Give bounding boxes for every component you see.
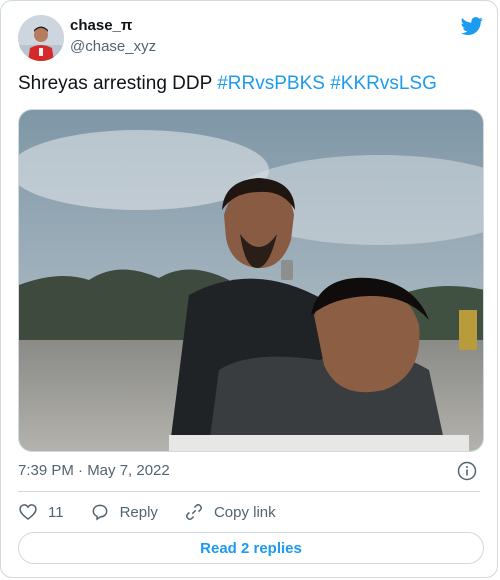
reply-button[interactable]: Reply — [90, 502, 158, 522]
twitter-bird-icon[interactable] — [460, 15, 484, 37]
tweet-actions: 11 Reply Copy link — [18, 501, 302, 523]
tweet-text: Shreyas arresting DDP #RRvsPBKS #KKRvsLS… — [18, 73, 437, 95]
info-icon[interactable] — [457, 461, 477, 481]
tweet-card: chase_π @chase_xyz Shreyas arresting DDP… — [0, 0, 498, 578]
tweet-image[interactable] — [18, 109, 484, 452]
reply-bubble-icon — [92, 504, 107, 521]
hashtag-link[interactable]: #KKRvsLSG — [330, 73, 437, 94]
tweet-body-text: Shreyas arresting DDP — [18, 73, 218, 94]
link-icon — [185, 503, 202, 521]
hashtag-link[interactable]: #RRvsPBKS — [217, 73, 325, 94]
avatar[interactable] — [18, 15, 64, 61]
copy-link-button[interactable]: Copy link — [184, 502, 276, 522]
tweet-header: chase_π @chase_xyz — [18, 13, 484, 63]
copy-link-label: Copy link — [213, 503, 276, 521]
display-name[interactable]: chase_π — [70, 17, 132, 34]
reply-label: Reply — [119, 503, 158, 521]
like-count: 11 — [48, 503, 64, 521]
user-handle[interactable]: @chase_xyz — [70, 38, 156, 55]
tweet-timestamp[interactable]: 7:39 PM · May 7, 2022 — [18, 462, 170, 479]
like-button[interactable]: 11 — [18, 502, 64, 522]
heart-icon — [19, 504, 37, 521]
read-replies-button[interactable]: Read 2 replies — [18, 532, 484, 564]
divider — [18, 491, 480, 492]
